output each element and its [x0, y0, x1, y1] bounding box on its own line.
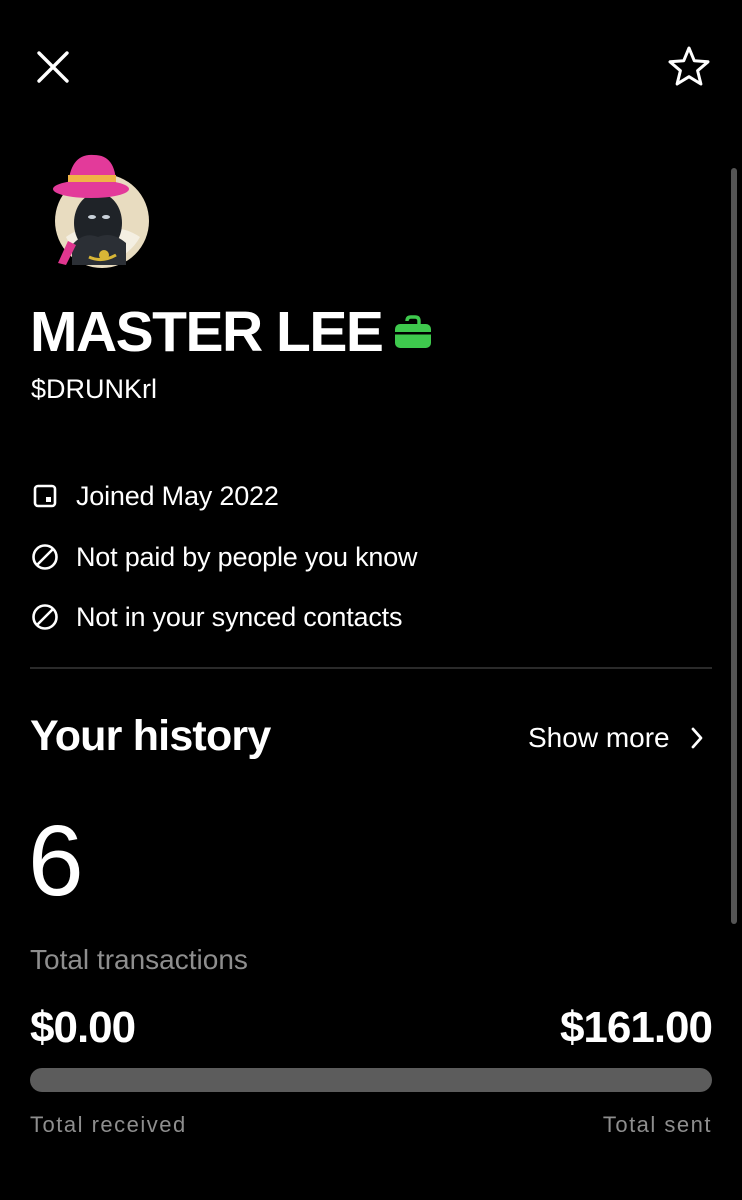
- total-received-amount: $0.00: [30, 1003, 136, 1052]
- info-text-contacts: Not in your synced contacts: [76, 601, 403, 632]
- scrollbar[interactable]: [731, 168, 737, 924]
- close-button[interactable]: [30, 44, 76, 90]
- not-allowed-icon: [31, 543, 59, 571]
- calendar-icon: [31, 482, 59, 510]
- not-allowed-icon: [31, 603, 59, 631]
- chevron-right-icon: [690, 727, 704, 749]
- history-title: Your history: [30, 712, 271, 760]
- info-row-paid-by: Not paid by people you know: [31, 537, 418, 577]
- transaction-count: 6: [28, 805, 84, 917]
- info-text-paid-by: Not paid by people you know: [76, 541, 418, 572]
- info-row-joined: Joined May 2022: [31, 476, 279, 516]
- total-sent-amount: $161.00: [559, 1003, 713, 1052]
- profile-name: MASTER LEE: [30, 299, 384, 364]
- show-more-label: Show more: [528, 722, 670, 753]
- transaction-count-label: Total transactions: [30, 944, 248, 975]
- received-sent-bar: [30, 1068, 712, 1092]
- info-row-contacts: Not in your synced contacts: [31, 597, 402, 637]
- avatar: [44, 145, 154, 270]
- star-outline-icon: [668, 46, 710, 86]
- profile-name-row: MASTER LEE: [30, 296, 432, 368]
- divider: [30, 667, 712, 669]
- briefcase-icon: [394, 315, 432, 349]
- info-text-joined: Joined May 2022: [76, 480, 279, 511]
- cashtag: $DRUNKrl: [31, 374, 158, 404]
- favorite-button[interactable]: [664, 42, 714, 92]
- total-received-label: Total received: [30, 1112, 187, 1137]
- total-sent-label: Total sent: [602, 1112, 712, 1137]
- close-icon: [37, 51, 69, 83]
- show-more-button[interactable]: Show more: [528, 716, 704, 760]
